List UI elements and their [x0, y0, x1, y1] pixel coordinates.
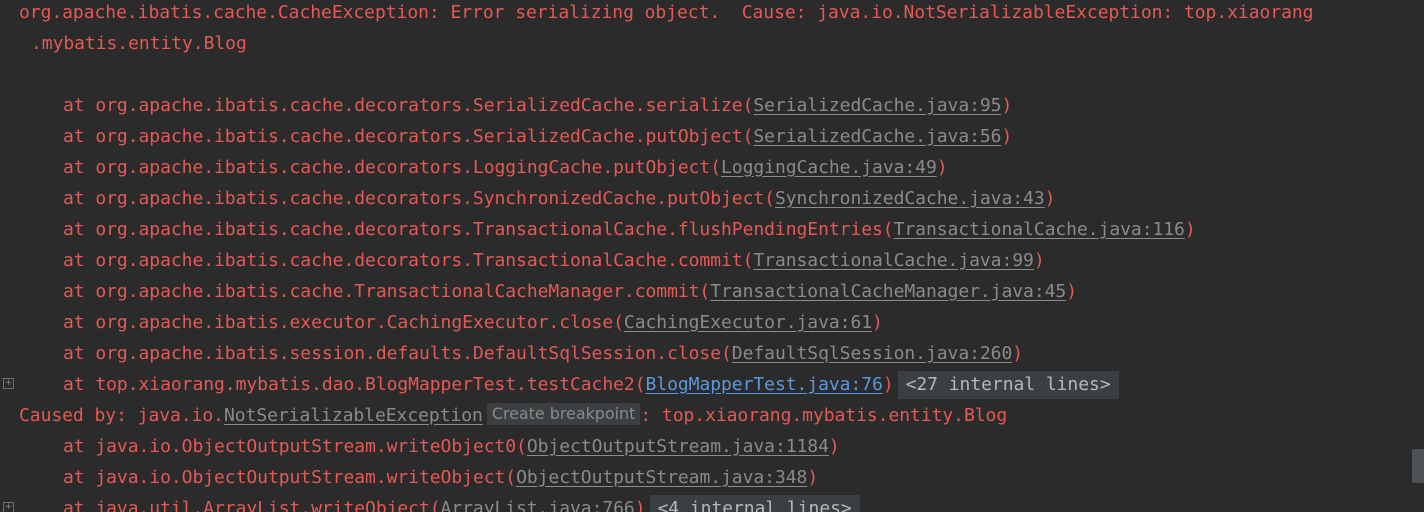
stack-frame: at org.apache.ibatis.cache.decorators.Se…: [0, 121, 1012, 152]
caused-by-line: Caused by: java.io.NotSerializableExcept…: [0, 400, 1007, 431]
source-link[interactable]: SynchronizedCache.java:43: [775, 188, 1045, 209]
exception-header: org.apache.ibatis.cache.CacheException: …: [0, 0, 1313, 28]
frame-method: at org.apache.ibatis.cache.decorators.Lo…: [63, 157, 722, 178]
frame-close: ): [872, 312, 883, 333]
stack-frame: at org.apache.ibatis.session.defaults.De…: [0, 338, 1023, 369]
source-link[interactable]: TransactionalCacheManager.java:45: [710, 281, 1066, 302]
caused-by-prefix: Caused by: java.io.: [19, 405, 224, 426]
frame-close: ): [882, 374, 894, 395]
frame-method: at top.xiaorang.mybatis.dao.BlogMapperTe…: [63, 374, 646, 395]
frame-method: at org.apache.ibatis.cache.Transactional…: [63, 281, 711, 302]
source-link[interactable]: LoggingCache.java:49: [721, 157, 937, 178]
frame-method: at org.apache.ibatis.executor.CachingExe…: [63, 312, 624, 333]
exception-message: org.apache.ibatis.cache.CacheException: …: [19, 2, 1314, 23]
frame-method: at org.apache.ibatis.cache.decorators.Se…: [63, 126, 754, 147]
frame-close: ): [1012, 343, 1024, 364]
frame-method: at org.apache.ibatis.cache.decorators.Se…: [63, 95, 754, 116]
exception-class-link[interactable]: NotSerializableException: [224, 405, 483, 426]
frame-close: ): [1184, 219, 1196, 240]
vertical-scrollbar-thumb[interactable]: [1412, 449, 1424, 483]
source-link[interactable]: CachingExecutor.java:61: [624, 312, 872, 333]
caused-by-suffix: : top.xiaorang.mybatis.entity.Blog: [640, 405, 1008, 426]
frame-close: ): [1066, 281, 1077, 302]
stack-frame-partial: at java.util.ArrayList.writeObject(Array…: [0, 493, 860, 512]
stack-frame: at org.apache.ibatis.cache.decorators.Lo…: [0, 152, 948, 183]
console-output: org.apache.ibatis.cache.CacheException: …: [0, 0, 1424, 512]
create-breakpoint-button[interactable]: Create breakpoint: [486, 403, 641, 425]
internal-lines-toggle[interactable]: <4 internal lines>: [649, 495, 860, 512]
source-link[interactable]: DefaultSqlSession.java:260: [732, 343, 1013, 364]
stack-frame-test: at top.xiaorang.mybatis.dao.BlogMapperTe…: [0, 369, 1119, 400]
stack-frame: at org.apache.ibatis.cache.decorators.Sy…: [0, 183, 1055, 214]
frame-method: at org.apache.ibatis.cache.decorators.Sy…: [63, 188, 775, 209]
frame-close: ): [828, 436, 840, 457]
frame-method: at org.apache.ibatis.session.defaults.De…: [63, 343, 732, 364]
stack-frame: at org.apache.ibatis.cache.Transactional…: [0, 276, 1077, 307]
frame-close: ): [807, 467, 819, 488]
source-link[interactable]: SerializedCache.java:95: [753, 95, 1001, 116]
source-link[interactable]: SerializedCache.java:56: [753, 126, 1001, 147]
internal-lines-toggle[interactable]: <27 internal lines>: [897, 371, 1119, 399]
source-link[interactable]: BlogMapperTest.java:76: [646, 374, 883, 395]
stack-frame: at org.apache.ibatis.executor.CachingExe…: [0, 307, 883, 338]
frame-method: at java.io.ObjectOutputStream.writeObjec…: [63, 436, 527, 457]
frame-close: ): [1033, 250, 1045, 271]
stack-frame: at java.io.ObjectOutputStream.writeObjec…: [0, 462, 818, 493]
source-link[interactable]: ObjectOutputStream.java:348: [516, 467, 807, 488]
frame-close: ): [634, 498, 646, 512]
frame-method: at org.apache.ibatis.cache.decorators.Tr…: [63, 250, 754, 271]
frame-close: ): [936, 157, 948, 178]
source-link[interactable]: ArrayList.java:766: [441, 498, 635, 512]
frame-close: ): [1044, 188, 1056, 209]
frame-method: at java.io.ObjectOutputStream.writeObjec…: [63, 467, 517, 488]
frame-method: at java.util.ArrayList.writeObject(: [63, 498, 441, 512]
frame-close: ): [1001, 95, 1013, 116]
exception-header-continued: .mybatis.entity.Blog: [0, 28, 247, 59]
source-link[interactable]: TransactionalCache.java:99: [753, 250, 1034, 271]
exception-message-cont: .mybatis.entity.Blog: [31, 33, 247, 54]
frame-method: at org.apache.ibatis.cache.decorators.Tr…: [63, 219, 894, 240]
stack-frame: at org.apache.ibatis.cache.decorators.Tr…: [0, 214, 1196, 245]
stack-frame: at org.apache.ibatis.cache.decorators.Tr…: [0, 245, 1045, 276]
source-link[interactable]: ObjectOutputStream.java:1184: [527, 436, 829, 457]
stack-frame: at java.io.ObjectOutputStream.writeObjec…: [0, 431, 840, 462]
source-link[interactable]: TransactionalCache.java:116: [894, 219, 1185, 240]
stack-frame: at org.apache.ibatis.cache.decorators.Se…: [0, 90, 1012, 121]
frame-close: ): [1001, 126, 1013, 147]
